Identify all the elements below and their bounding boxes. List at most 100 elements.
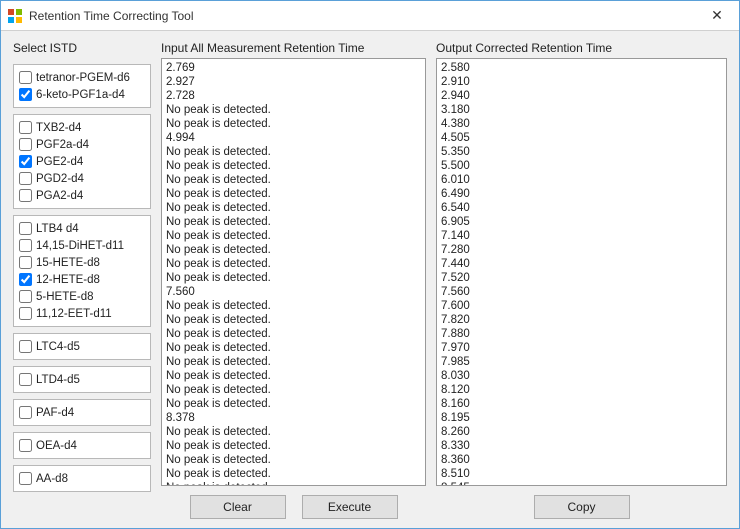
istd-item[interactable]: 12-HETE-d8	[19, 271, 145, 288]
input-list-item[interactable]: No peak is detected.	[166, 355, 421, 369]
input-list-item[interactable]: 7.560	[166, 285, 421, 299]
input-list-item[interactable]: No peak is detected.	[166, 215, 421, 229]
input-list-item[interactable]: No peak is detected.	[166, 243, 421, 257]
input-list-item[interactable]: No peak is detected.	[166, 439, 421, 453]
output-list-item[interactable]: 7.440	[441, 257, 722, 271]
istd-checkbox[interactable]	[19, 256, 32, 269]
istd-item[interactable]: 15-HETE-d8	[19, 254, 145, 271]
istd-checkbox[interactable]	[19, 121, 32, 134]
istd-item[interactable]: LTB4 d4	[19, 220, 145, 237]
output-list-item[interactable]: 8.030	[441, 369, 722, 383]
input-list-item[interactable]: No peak is detected.	[166, 369, 421, 383]
istd-item[interactable]: PGA2-d4	[19, 187, 145, 204]
input-list-item[interactable]: No peak is detected.	[166, 201, 421, 215]
istd-checkbox[interactable]	[19, 138, 32, 151]
istd-item[interactable]: PGE2-d4	[19, 153, 145, 170]
istd-item[interactable]: PGD2-d4	[19, 170, 145, 187]
output-list-item[interactable]: 7.970	[441, 341, 722, 355]
istd-item[interactable]: 14,15-DiHET-d11	[19, 237, 145, 254]
input-list-item[interactable]: No peak is detected.	[166, 159, 421, 173]
output-list-item[interactable]: 7.280	[441, 243, 722, 257]
output-list-item[interactable]: 5.350	[441, 145, 722, 159]
output-list-item[interactable]: 6.540	[441, 201, 722, 215]
output-list-item[interactable]: 2.940	[441, 89, 722, 103]
output-list-item[interactable]: 8.195	[441, 411, 722, 425]
istd-checkbox[interactable]	[19, 189, 32, 202]
output-list-item[interactable]: 3.180	[441, 103, 722, 117]
istd-item[interactable]: tetranor-PGEM-d6	[19, 69, 145, 86]
istd-item[interactable]: AA-d8	[19, 470, 145, 487]
istd-checkbox[interactable]	[19, 88, 32, 101]
output-listbox[interactable]: 2.5802.9102.9403.1804.3804.5055.3505.500…	[436, 58, 727, 486]
output-list-item[interactable]: 7.985	[441, 355, 722, 369]
output-list-item[interactable]: 7.600	[441, 299, 722, 313]
istd-item[interactable]: LTC4-d5	[19, 338, 145, 355]
output-list-item[interactable]: 4.505	[441, 131, 722, 145]
output-list-item[interactable]: 7.820	[441, 313, 722, 327]
input-list-item[interactable]: No peak is detected.	[166, 271, 421, 285]
input-list-item[interactable]: No peak is detected.	[166, 145, 421, 159]
input-list-item[interactable]: No peak is detected.	[166, 229, 421, 243]
input-list-item[interactable]: No peak is detected.	[166, 313, 421, 327]
input-list-item[interactable]: No peak is detected.	[166, 299, 421, 313]
input-list-item[interactable]: No peak is detected.	[166, 341, 421, 355]
output-list-item[interactable]: 4.380	[441, 117, 722, 131]
istd-checkbox[interactable]	[19, 340, 32, 353]
output-list-item[interactable]: 8.120	[441, 383, 722, 397]
input-list-item[interactable]: No peak is detected.	[166, 327, 421, 341]
output-list-item[interactable]: 8.330	[441, 439, 722, 453]
output-list-item[interactable]: 6.010	[441, 173, 722, 187]
input-list-item[interactable]: No peak is detected.	[166, 173, 421, 187]
output-list-item[interactable]: 7.140	[441, 229, 722, 243]
istd-checkbox[interactable]	[19, 239, 32, 252]
output-list-item[interactable]: 8.510	[441, 467, 722, 481]
input-list-item[interactable]: 2.769	[166, 61, 421, 75]
input-list-item[interactable]: No peak is detected.	[166, 397, 421, 411]
istd-checkbox[interactable]	[19, 71, 32, 84]
input-list-item[interactable]: 2.728	[166, 89, 421, 103]
output-list-item[interactable]: 5.500	[441, 159, 722, 173]
istd-checkbox[interactable]	[19, 273, 32, 286]
output-list-item[interactable]: 6.490	[441, 187, 722, 201]
input-list-item[interactable]: 4.994	[166, 131, 421, 145]
istd-checkbox[interactable]	[19, 439, 32, 452]
input-list-item[interactable]: No peak is detected.	[166, 467, 421, 481]
clear-button[interactable]: Clear	[190, 495, 286, 519]
input-listbox[interactable]: 2.7692.9272.728No peak is detected.No pe…	[161, 58, 426, 486]
istd-checkbox[interactable]	[19, 373, 32, 386]
istd-item[interactable]: 6-keto-PGF1a-d4	[19, 86, 145, 103]
istd-checkbox[interactable]	[19, 307, 32, 320]
copy-button[interactable]: Copy	[534, 495, 630, 519]
istd-checkbox[interactable]	[19, 290, 32, 303]
input-list-item[interactable]: 8.378	[166, 411, 421, 425]
input-list-item[interactable]: 2.927	[166, 75, 421, 89]
output-list-item[interactable]: 7.520	[441, 271, 722, 285]
output-list-item[interactable]: 2.910	[441, 75, 722, 89]
output-list-item[interactable]: 8.160	[441, 397, 722, 411]
output-list-item[interactable]: 7.880	[441, 327, 722, 341]
close-button[interactable]: ✕	[699, 4, 735, 28]
istd-item[interactable]: OEA-d4	[19, 437, 145, 454]
istd-checkbox[interactable]	[19, 155, 32, 168]
input-list-item[interactable]: No peak is detected.	[166, 187, 421, 201]
execute-button[interactable]: Execute	[302, 495, 398, 519]
input-list-item[interactable]: No peak is detected.	[166, 103, 421, 117]
istd-item[interactable]: 5-HETE-d8	[19, 288, 145, 305]
output-list-item[interactable]: 8.360	[441, 453, 722, 467]
istd-item[interactable]: TXB2-d4	[19, 119, 145, 136]
istd-checkbox[interactable]	[19, 472, 32, 485]
istd-checkbox[interactable]	[19, 406, 32, 419]
input-list-item[interactable]: No peak is detected.	[166, 383, 421, 397]
output-list-item[interactable]: 6.905	[441, 215, 722, 229]
input-list-item[interactable]: No peak is detected.	[166, 117, 421, 131]
input-list-item[interactable]: No peak is detected.	[166, 425, 421, 439]
output-list-item[interactable]: 2.580	[441, 61, 722, 75]
output-list-item[interactable]: 7.560	[441, 285, 722, 299]
istd-item[interactable]: PGF2a-d4	[19, 136, 145, 153]
istd-item[interactable]: LTD4-d5	[19, 371, 145, 388]
input-list-item[interactable]: No peak is detected.	[166, 257, 421, 271]
output-list-item[interactable]: 8.260	[441, 425, 722, 439]
istd-checkbox[interactable]	[19, 172, 32, 185]
istd-checkbox[interactable]	[19, 222, 32, 235]
input-list-item[interactable]: No peak is detected.	[166, 453, 421, 467]
